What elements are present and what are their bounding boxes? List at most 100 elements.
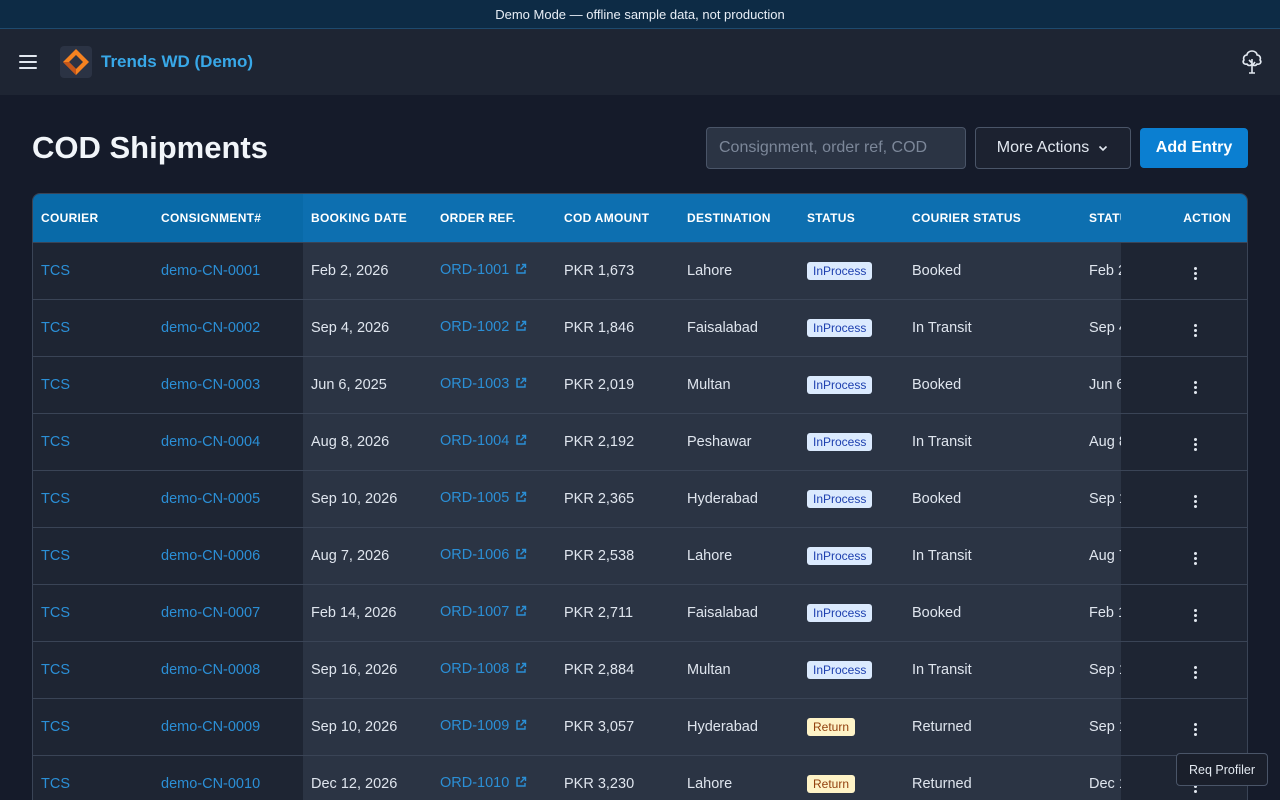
cell-order-ref[interactable]: ORD-1007 (432, 583, 556, 641)
order-ref-link[interactable]: ORD-1007 (440, 604, 509, 620)
table-row[interactable]: TCS demo-CN-0010 Dec 12, 2026 ORD-1010 PKR 3… (33, 754, 1247, 800)
row-actions-kebab-icon[interactable] (1186, 491, 1205, 512)
external-link-icon[interactable] (515, 491, 527, 507)
external-link-icon[interactable] (515, 263, 527, 279)
cell-order-ref[interactable]: ORD-1005 (432, 469, 556, 527)
external-link-icon[interactable] (515, 434, 527, 450)
row-actions-kebab-icon[interactable] (1186, 434, 1205, 455)
table-row[interactable]: TCS demo-CN-0004 Aug 8, 2026 ORD-1004 PKR 2,… (33, 412, 1247, 470)
app-logo-icon[interactable] (60, 46, 92, 78)
cell-order-ref[interactable]: ORD-1006 (432, 526, 556, 584)
courier-link[interactable]: TCS (41, 719, 70, 735)
cell-courier[interactable]: TCS (33, 355, 153, 413)
row-actions-kebab-icon[interactable] (1186, 548, 1205, 569)
consignment-link[interactable]: demo-CN-0004 (161, 434, 260, 450)
cell-order-ref[interactable]: ORD-1009 (432, 697, 556, 755)
order-ref-link[interactable]: ORD-1003 (440, 376, 509, 392)
order-ref-link[interactable]: ORD-1008 (440, 661, 509, 677)
column-header-courier[interactable]: COURIER (33, 194, 153, 242)
external-link-icon[interactable] (515, 605, 527, 621)
order-ref-link[interactable]: ORD-1001 (440, 262, 509, 278)
cell-consignment[interactable]: demo-CN-0010 (153, 754, 303, 800)
cell-consignment[interactable]: demo-CN-0009 (153, 697, 303, 755)
cell-order-ref[interactable]: ORD-1001 (432, 241, 556, 299)
consignment-link[interactable]: demo-CN-0001 (161, 263, 260, 279)
req-profiler-button[interactable]: Req Profiler (1176, 753, 1268, 786)
consignment-link[interactable]: demo-CN-0009 (161, 719, 260, 735)
column-header-cod-amount[interactable]: COD AMOUNT (556, 194, 679, 242)
order-ref-link[interactable]: ORD-1006 (440, 547, 509, 563)
cell-courier[interactable]: TCS (33, 526, 153, 584)
consignment-link[interactable]: demo-CN-0008 (161, 662, 260, 678)
tree-icon[interactable] (1241, 49, 1263, 75)
column-header-status[interactable]: STATUS (799, 194, 904, 242)
table-row[interactable]: TCS demo-CN-0001 Feb 2, 2026 ORD-1001 PKR 1,… (33, 241, 1247, 299)
row-actions-kebab-icon[interactable] (1186, 719, 1205, 740)
cell-consignment[interactable]: demo-CN-0003 (153, 355, 303, 413)
table-row[interactable]: TCS demo-CN-0006 Aug 7, 2026 ORD-1006 PKR 2,… (33, 526, 1247, 584)
consignment-link[interactable]: demo-CN-0007 (161, 605, 260, 621)
cell-consignment[interactable]: demo-CN-0008 (153, 640, 303, 698)
column-header-consignment[interactable]: CONSIGNMENT# (153, 194, 303, 242)
courier-link[interactable]: TCS (41, 320, 70, 336)
cell-order-ref[interactable]: ORD-1002 (432, 298, 556, 356)
order-ref-link[interactable]: ORD-1009 (440, 718, 509, 734)
external-link-icon[interactable] (515, 719, 527, 735)
table-row[interactable]: TCS demo-CN-0005 Sep 10, 2026 ORD-1005 PKR 2… (33, 469, 1247, 527)
column-header-order-ref[interactable]: ORDER REF. (432, 194, 556, 242)
column-header-booking-date[interactable]: BOOKING DATE (303, 194, 432, 242)
order-ref-link[interactable]: ORD-1004 (440, 433, 509, 449)
order-ref-link[interactable]: ORD-1010 (440, 775, 509, 791)
cell-courier[interactable]: TCS (33, 241, 153, 299)
row-actions-kebab-icon[interactable] (1186, 662, 1205, 683)
row-actions-kebab-icon[interactable] (1186, 320, 1205, 341)
courier-link[interactable]: TCS (41, 263, 70, 279)
table-row[interactable]: TCS demo-CN-0002 Sep 4, 2026 ORD-1002 PKR 1,… (33, 298, 1247, 356)
consignment-link[interactable]: demo-CN-0006 (161, 548, 260, 564)
row-actions-kebab-icon[interactable] (1186, 263, 1205, 284)
consignment-link[interactable]: demo-CN-0002 (161, 320, 260, 336)
external-link-icon[interactable] (515, 776, 527, 792)
cell-consignment[interactable]: demo-CN-0006 (153, 526, 303, 584)
courier-link[interactable]: TCS (41, 491, 70, 507)
cell-consignment[interactable]: demo-CN-0004 (153, 412, 303, 470)
shipments-table-container[interactable]: COURIER CONSIGNMENT# BOOKING DATE ORDER … (32, 193, 1248, 800)
cell-courier[interactable]: TCS (33, 640, 153, 698)
app-title[interactable]: Trends WD (Demo) (101, 52, 253, 72)
cell-consignment[interactable]: demo-CN-0001 (153, 241, 303, 299)
add-entry-button[interactable]: Add Entry (1140, 128, 1248, 168)
courier-link[interactable]: TCS (41, 662, 70, 678)
cell-order-ref[interactable]: ORD-1003 (432, 355, 556, 413)
external-link-icon[interactable] (515, 377, 527, 393)
column-header-destination[interactable]: DESTINATION (679, 194, 799, 242)
column-header-courier-status[interactable]: COURIER STATUS (904, 194, 1081, 242)
external-link-icon[interactable] (515, 548, 527, 564)
row-actions-kebab-icon[interactable] (1186, 377, 1205, 398)
cell-courier[interactable]: TCS (33, 469, 153, 527)
external-link-icon[interactable] (515, 320, 527, 336)
courier-link[interactable]: TCS (41, 776, 70, 792)
consignment-link[interactable]: demo-CN-0010 (161, 776, 260, 792)
cell-courier[interactable]: TCS (33, 697, 153, 755)
order-ref-link[interactable]: ORD-1002 (440, 319, 509, 335)
more-actions-button[interactable]: More Actions (975, 127, 1131, 169)
cell-consignment[interactable]: demo-CN-0005 (153, 469, 303, 527)
consignment-link[interactable]: demo-CN-0003 (161, 377, 260, 393)
courier-link[interactable]: TCS (41, 548, 70, 564)
search-input[interactable] (706, 127, 966, 169)
cell-order-ref[interactable]: ORD-1004 (432, 412, 556, 470)
cell-courier[interactable]: TCS (33, 583, 153, 641)
external-link-icon[interactable] (515, 662, 527, 678)
cell-order-ref[interactable]: ORD-1008 (432, 640, 556, 698)
cell-consignment[interactable]: demo-CN-0002 (153, 298, 303, 356)
column-header-status-date[interactable]: STATU (1081, 194, 1121, 242)
cell-courier[interactable]: TCS (33, 298, 153, 356)
cell-courier[interactable]: TCS (33, 412, 153, 470)
order-ref-link[interactable]: ORD-1005 (440, 490, 509, 506)
row-actions-kebab-icon[interactable] (1186, 605, 1205, 626)
table-row[interactable]: TCS demo-CN-0009 Sep 10, 2026 ORD-1009 PKR 3… (33, 697, 1247, 755)
table-row[interactable]: TCS demo-CN-0008 Sep 16, 2026 ORD-1008 PKR 2… (33, 640, 1247, 698)
cell-order-ref[interactable]: ORD-1010 (432, 754, 556, 800)
table-row[interactable]: TCS demo-CN-0003 Jun 6, 2025 ORD-1003 PKR 2,… (33, 355, 1247, 413)
courier-link[interactable]: TCS (41, 434, 70, 450)
